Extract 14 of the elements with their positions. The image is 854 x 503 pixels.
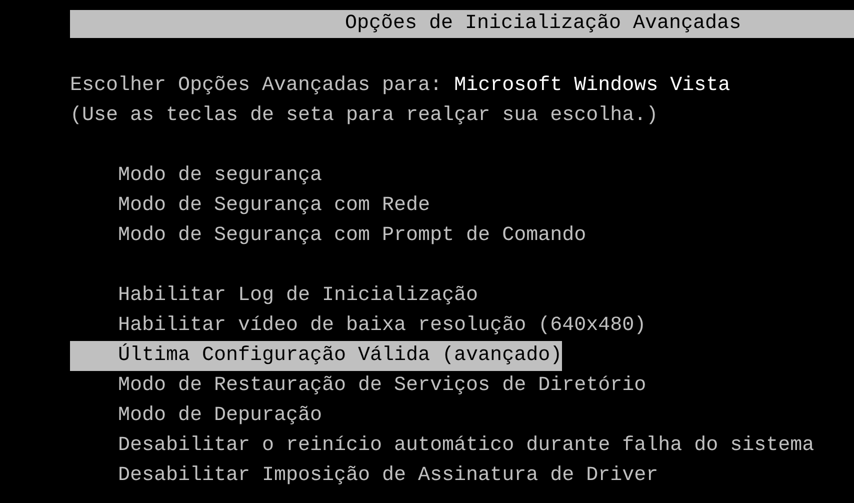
menu-item[interactable]: Desabilitar o reinício automático durante falha do sistema xyxy=(70,431,814,461)
menu-item[interactable]: Modo de Segurança com Prompt de Comando xyxy=(70,221,586,251)
menu-item[interactable]: Desabilitar Imposição de Assinatura de Driver xyxy=(70,461,658,491)
menu-item[interactable]: Última Configuração Válida (avançado) xyxy=(70,341,562,371)
menu-item[interactable]: Habilitar Log de Inicialização xyxy=(70,281,478,311)
prompt-label: Escolher Opções Avançadas para: xyxy=(70,74,442,97)
menu-item[interactable]: Habilitar vídeo de baixa resolução (640x480) xyxy=(70,311,646,341)
screen-title: Opções de Inicialização Avançadas xyxy=(70,10,854,38)
hint-text: (Use as teclas de seta para realçar sua escolha.) xyxy=(70,104,658,127)
menu-item[interactable]: Modo de Depuração xyxy=(70,401,322,431)
menu-item[interactable]: Modo de Restauração de Serviços de Diretório xyxy=(70,371,646,401)
menu-item[interactable]: Modo de Segurança com Rede xyxy=(70,191,430,221)
menu-item[interactable]: Modo de segurança xyxy=(70,161,322,191)
os-name: Microsoft Windows Vista xyxy=(454,74,730,97)
